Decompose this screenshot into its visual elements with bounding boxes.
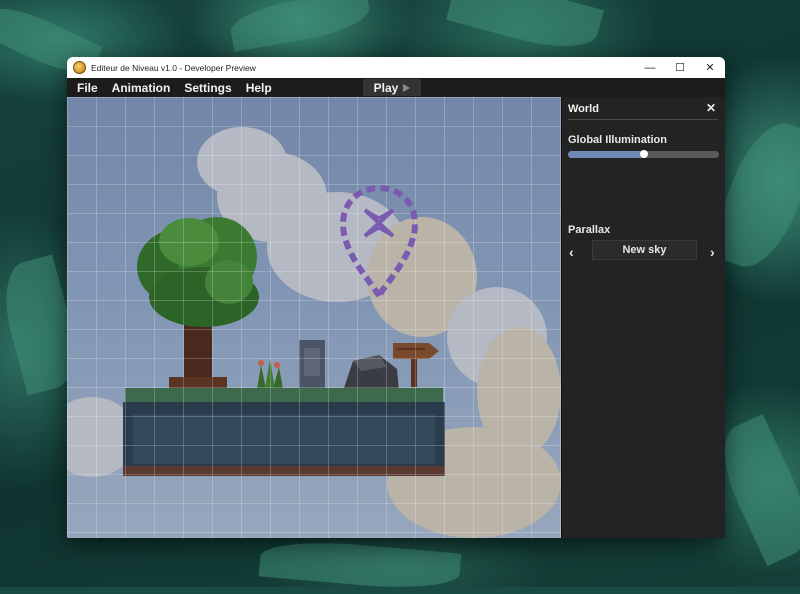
menu-animation[interactable]: Animation <box>112 81 171 95</box>
play-button[interactable]: Play <box>363 79 421 96</box>
play-label: Play <box>373 80 399 95</box>
play-icon <box>403 83 411 92</box>
menu-settings[interactable]: Settings <box>184 81 231 95</box>
world-panel: World ✕ Global Illumination Parallax ‹ N… <box>561 97 725 538</box>
chevron-right-icon[interactable]: › <box>710 244 715 260</box>
map-marker-icon <box>339 184 419 303</box>
slider-knob[interactable] <box>639 150 648 158</box>
panel-title: World <box>568 103 599 115</box>
menu-file[interactable]: File <box>77 81 98 95</box>
menu-bar: File Animation Settings Help Play <box>67 78 725 97</box>
editor-window: Editeur de Niveau v1.0 - Developer Previ… <box>67 57 725 538</box>
leaf-decoration <box>258 536 462 594</box>
leaf-decoration <box>227 0 373 52</box>
parallax-label: Parallax <box>568 224 611 236</box>
app-icon <box>73 61 86 74</box>
global-illumination-label: Global Illumination <box>568 134 667 146</box>
slider-fill <box>568 151 644 158</box>
minimize-button[interactable]: — <box>635 57 665 78</box>
title-bar[interactable]: Editeur de Niveau v1.0 - Developer Previ… <box>67 57 725 78</box>
menu-help[interactable]: Help <box>246 81 272 95</box>
editor-grid <box>67 97 561 538</box>
leaf-decoration <box>446 0 604 59</box>
close-icon[interactable]: ✕ <box>706 101 716 115</box>
chevron-left-icon[interactable]: ‹ <box>569 244 574 260</box>
panel-divider <box>568 119 718 120</box>
close-window-button[interactable]: ✕ <box>695 57 725 78</box>
window-title: Editeur de Niveau v1.0 - Developer Previ… <box>91 62 256 73</box>
maximize-button[interactable]: ☐ <box>665 57 695 78</box>
window-controls: — ☐ ✕ <box>635 57 725 78</box>
level-viewport[interactable] <box>67 97 561 538</box>
parallax-sky-select[interactable]: New sky <box>592 240 697 260</box>
global-illumination-slider[interactable] <box>568 150 719 158</box>
